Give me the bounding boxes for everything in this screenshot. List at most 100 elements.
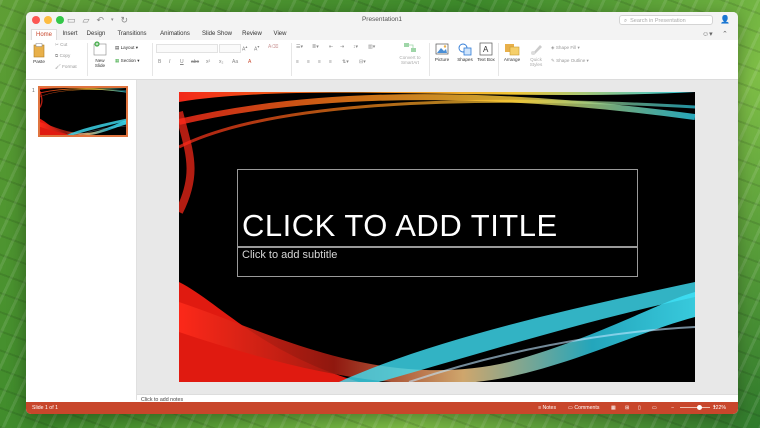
align-right-icon[interactable]: ≡ [318,59,321,65]
search-icon: ⌕ [624,18,628,24]
new-slide-button[interactable]: New Slide [90,41,110,68]
strikethrough-button[interactable]: abc [191,59,199,65]
smartart-label: Convert to SmartArt [399,55,421,65]
layout-button[interactable]: ▤ Layout ▾ [115,45,138,51]
title-bar: ▭ ▱ ↶ ▾ ↻ Presentation1 ⌕ Search in Prese… [26,12,738,29]
ribbon: Paste ✂ Cut ⧉ Copy 🖌 Format New Slide ▤ … [26,40,738,80]
bold-button[interactable]: B [158,59,161,65]
format-painter-button[interactable]: 🖌 Format [55,64,77,70]
notes-pane[interactable]: Click to add notes [137,394,738,403]
underline-button[interactable]: U [180,59,184,65]
comments-toggle-button[interactable]: ▭ Comments [568,405,599,411]
ribbon-separator [291,43,292,76]
search-input[interactable]: ⌕ Search in Presentation [619,15,713,25]
ribbon-separator [152,43,153,76]
picture-button[interactable]: Picture [432,42,452,62]
reading-view-icon[interactable]: ▯ [638,405,641,411]
columns-icon[interactable]: ▥▾ [368,44,375,50]
convert-to-smartart-button[interactable]: Convert to SmartArt [394,42,426,65]
shape-outline-button[interactable]: ✎ Shape Outline ▾ [551,58,589,64]
shapes-button[interactable]: Shapes [455,42,475,62]
tab-animations[interactable]: Animations [155,29,195,40]
notes-icon: ≡ [538,405,542,411]
zoom-level[interactable]: 122% [713,405,726,411]
ribbon-separator [429,43,430,76]
notes-toggle-button[interactable]: ≡ Notes [538,405,556,411]
tab-slide-show[interactable]: Slide Show [198,29,236,40]
quick-styles-button[interactable]: Quick Styles [525,42,547,67]
clear-formatting-icon[interactable]: A⌫ [268,44,278,50]
bullets-icon[interactable]: ☰▾ [296,44,303,50]
slideshow-icon[interactable]: ▭ [652,405,657,411]
font-color-button[interactable]: A [248,59,251,65]
powerpoint-window: ▭ ▱ ↶ ▾ ↻ Presentation1 ⌕ Search in Prese… [26,12,738,414]
align-left-icon[interactable]: ≡ [296,59,299,65]
paste-button[interactable]: Paste [30,43,48,64]
smiley-feedback-icon[interactable]: ☺▾ [702,30,713,38]
tab-view[interactable]: View [269,29,291,40]
tab-review[interactable]: Review [239,29,265,40]
subtitle-placeholder-text: Click to add subtitle [242,249,338,261]
shape-outline-label: Shape Outline [556,58,586,63]
new-slide-label: New Slide [94,58,106,68]
tab-insert[interactable]: Insert [59,29,81,40]
arrange-icon [505,44,520,56]
decrease-indent-icon[interactable]: ⇤ [329,44,333,50]
title-placeholder[interactable]: CLICK TO ADD TITLE [237,169,638,247]
align-text-icon[interactable]: ⊟▾ [359,59,366,65]
change-case-button[interactable]: Aa [232,59,238,65]
thumbnail-art [40,88,126,135]
shrink-font-icon[interactable]: A▾ [254,44,259,53]
pen-icon: ✎ [551,58,555,63]
section-button[interactable]: ▦ Section ▾ [115,58,140,64]
cut-button[interactable]: ✂ Cut [55,42,67,48]
subscript-button[interactable]: x₂ [219,59,223,65]
format-label: Format [62,64,77,69]
slide-sorter-icon[interactable]: ⊞ [625,405,629,411]
zoom-slider[interactable] [680,407,710,408]
slide-canvas[interactable]: CLICK TO ADD TITLE Click to add subtitle [179,92,695,382]
slide-indicator: Slide 1 of 1 [32,405,58,411]
font-name-select[interactable] [156,44,218,53]
slide-thumbnails-pane: 1 [26,80,137,400]
italic-button[interactable]: I [169,59,170,65]
arrange-button[interactable]: Arrange [501,42,523,62]
paste-label: Paste [33,59,45,64]
cut-label: Cut [60,42,68,47]
collapse-ribbon-icon[interactable]: ⌃ [722,30,728,38]
ribbon-separator [498,43,499,76]
align-center-icon[interactable]: ≡ [307,59,310,65]
superscript-button[interactable]: x² [206,59,210,65]
share-user-icon[interactable]: 👤 [720,15,730,24]
font-size-select[interactable] [219,44,241,53]
ribbon-tabs: Home Insert Design Transitions Animation… [26,29,738,40]
section-icon: ▦ [115,58,120,63]
paint-bucket-icon: ◈ [551,45,555,50]
normal-view-icon[interactable]: ▦ [611,405,616,411]
increase-indent-icon[interactable]: ⇥ [340,44,344,50]
grow-font-icon[interactable]: A▴ [242,44,247,53]
numbering-icon[interactable]: ≣▾ [312,44,319,50]
ribbon-separator [87,43,88,76]
text-direction-icon[interactable]: ⇅▾ [342,59,349,65]
tab-transitions[interactable]: Transitions [112,29,152,40]
scissors-icon: ✂ [55,42,59,47]
zoom-slider-knob[interactable] [697,405,702,410]
slide-thumbnail[interactable] [38,86,128,137]
tab-design[interactable]: Design [83,29,109,40]
quick-styles-label: Quick Styles [529,57,543,67]
thumbnail-number: 1 [32,88,35,94]
zoom-out-button[interactable]: − [671,405,674,411]
status-bar: Slide 1 of 1 ≡ Notes ▭ Comments ▦ ⊞ ▯ ▭ … [26,402,738,414]
copy-button[interactable]: ⧉ Copy [55,53,70,58]
shape-fill-button[interactable]: ◈ Shape Fill ▾ [551,45,580,51]
comments-label: Comments [574,405,600,411]
notes-label: Notes [542,405,557,411]
subtitle-placeholder[interactable]: Click to add subtitle [237,247,638,277]
tab-home[interactable]: Home [31,29,57,40]
comment-icon: ▭ [568,405,573,411]
shapes-icon [458,43,472,56]
text-box-button[interactable]: A Text Box [477,42,495,62]
line-spacing-icon[interactable]: ↕▾ [353,44,358,50]
justify-icon[interactable]: ≡ [329,59,332,65]
